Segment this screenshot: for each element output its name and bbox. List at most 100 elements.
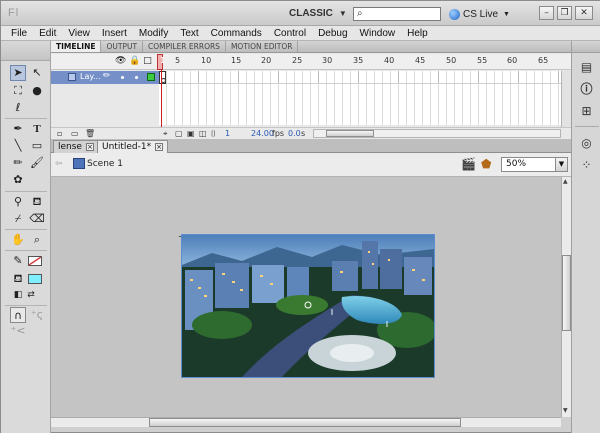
3d-rotation-tool-icon[interactable]: ● — [29, 83, 45, 99]
smooth-icon[interactable]: ⁺ς — [29, 307, 45, 323]
menu-file[interactable]: File — [5, 28, 33, 39]
transform-panel-icon[interactable]: ⊞ — [578, 103, 595, 120]
properties-panel-icon[interactable]: ▤ — [578, 59, 595, 76]
timeline-vertical-scrollbar[interactable] — [561, 71, 571, 127]
rectangle-tool-icon[interactable]: ▭ — [29, 138, 45, 154]
cs-live-button[interactable]: CS Live ▼ — [449, 7, 510, 21]
tab-compiler-errors[interactable]: COMPILER ERRORS — [143, 41, 226, 52]
restore-button[interactable]: ❐ — [557, 6, 572, 20]
menu-debug[interactable]: Debug — [312, 28, 353, 39]
onion-skin-icon[interactable]: ▢ — [175, 129, 183, 138]
color-panel-icon[interactable]: ◎ — [578, 135, 595, 152]
tab-output[interactable]: OUTPUT — [101, 41, 144, 52]
swap-colors-icon[interactable]: ⇄ — [23, 287, 39, 303]
tab-timeline[interactable]: TIMELINE — [51, 41, 102, 52]
onion-skin-outlines-icon[interactable]: ▣ — [187, 129, 195, 138]
timeline-tab-bar: TIMELINE OUTPUT COMPILER ERRORS MOTION E… — [51, 41, 571, 53]
flash-logo: Fl — [8, 7, 20, 19]
straighten-icon[interactable]: ⁺< — [10, 323, 26, 339]
menu-window[interactable]: Window — [354, 28, 402, 39]
bone-tool-icon[interactable]: ⚲ — [10, 194, 26, 210]
layer-outline-color-icon[interactable] — [147, 73, 155, 81]
snap-to-objects-icon[interactable]: ∩ — [10, 307, 26, 323]
delete-layer-icon[interactable]: 🗑 — [85, 129, 95, 138]
help-search-box[interactable]: ⌕ — [353, 7, 441, 21]
elapsed-time-label: s — [301, 129, 306, 138]
deco-tool-icon[interactable]: ✿ — [10, 172, 26, 188]
current-frame-value[interactable]: 1 — [225, 129, 230, 138]
scrollbar-thumb[interactable] — [562, 255, 571, 331]
scrollbar-thumb[interactable] — [326, 130, 374, 137]
close-tab-icon[interactable]: × — [155, 143, 164, 151]
stage-bitmap-image[interactable] — [181, 234, 435, 378]
menu-modify[interactable]: Modify — [133, 28, 174, 39]
lasso-tool-icon[interactable]: ℓ — [10, 100, 26, 116]
stage-vertical-scrollbar[interactable]: ▲ ▼ — [561, 177, 571, 417]
stage-area[interactable]: + — [51, 177, 561, 417]
dock-header[interactable] — [572, 41, 600, 53]
new-folder-icon[interactable]: ▭ — [71, 129, 79, 138]
pen-tool-icon[interactable]: ✒ — [10, 121, 26, 137]
line-tool-icon[interactable]: ╲ — [10, 138, 26, 154]
tools-panel-header[interactable] — [1, 41, 50, 61]
eraser-tool-icon[interactable]: ⌫ — [29, 211, 45, 227]
scroll-up-arrow-icon[interactable]: ▲ — [563, 178, 568, 185]
close-button[interactable]: ✕ — [575, 6, 593, 20]
stroke-color-swatch[interactable] — [28, 256, 42, 266]
selection-tool-icon[interactable]: ➤ — [10, 65, 26, 81]
layer-row[interactable]: Lay... ✏ — [51, 71, 159, 84]
scroll-down-arrow-icon[interactable]: ▼ — [563, 407, 568, 414]
doc-tab-untitled-1[interactable]: Untitled-1* × — [97, 140, 169, 153]
outline-icon[interactable]: □ — [143, 57, 152, 66]
minimize-button[interactable]: – — [539, 6, 554, 20]
visibility-dot-icon[interactable] — [121, 76, 124, 79]
menu-commands[interactable]: Commands — [205, 28, 268, 39]
menu-insert[interactable]: Insert — [96, 28, 133, 39]
menu-help[interactable]: Help — [401, 28, 434, 39]
free-transform-tool-icon[interactable]: ⛶ — [10, 83, 26, 99]
scrollbar-thumb[interactable] — [149, 418, 461, 427]
fps-value[interactable]: 24.00 — [251, 129, 274, 138]
layer-name[interactable]: Lay... — [80, 72, 101, 81]
edit-multiple-frames-icon[interactable]: ◫ — [199, 129, 207, 138]
layer-toggle-icons: 👁 🔒 □ — [115, 57, 152, 66]
modify-markers-icon[interactable]: ⌷ — [211, 129, 216, 139]
menu-view[interactable]: View — [62, 28, 96, 39]
frames-grid[interactable] — [159, 71, 561, 125]
timeline-horizontal-scrollbar[interactable] — [313, 129, 561, 138]
zoom-tool-icon[interactable]: ⌕ — [29, 232, 45, 248]
hand-tool-icon[interactable]: ✋ — [10, 232, 26, 248]
fill-color-swatch[interactable] — [28, 274, 42, 284]
frame-ruler[interactable]: 1 5 10 15 20 25 30 35 40 45 50 55 60 65 — [157, 54, 561, 70]
close-tab-icon[interactable]: × — [85, 143, 94, 151]
tab-motion-editor[interactable]: MOTION EDITOR — [226, 41, 299, 52]
paint-bucket-tool-icon[interactable]: ⛾ — [29, 194, 45, 210]
subselection-tool-icon[interactable]: ↖ — [29, 65, 45, 81]
lock-dot-icon[interactable] — [135, 76, 138, 79]
menu-control[interactable]: Control — [268, 28, 312, 39]
workspace-switcher[interactable]: CLASSIC ▼ — [289, 8, 347, 19]
scene-breadcrumb[interactable]: Scene 1 — [87, 159, 123, 169]
lock-icon[interactable]: 🔒 — [129, 57, 140, 66]
menu-text[interactable]: Text — [174, 28, 204, 39]
zoom-select[interactable]: 50% ▼ — [501, 157, 568, 172]
pencil-tool-icon[interactable]: ✏ — [10, 155, 26, 171]
chevron-down-icon[interactable]: ▼ — [555, 158, 567, 171]
menu-edit[interactable]: Edit — [33, 28, 62, 39]
text-tool-icon[interactable]: T — [29, 121, 45, 137]
brush-tool-icon[interactable]: 🖌 — [29, 155, 45, 171]
frame-row[interactable] — [159, 71, 561, 84]
stage-horizontal-scrollbar[interactable] — [51, 417, 561, 427]
eyedropper-tool-icon[interactable]: ⌿ — [10, 211, 26, 227]
center-frame-icon[interactable]: ⌖ — [163, 129, 168, 139]
search-input[interactable] — [368, 8, 438, 20]
back-arrow-icon[interactable]: ⇦ — [55, 159, 63, 169]
ruler-label: 45 — [415, 56, 426, 65]
doc-tab-lense[interactable]: lense × — [53, 140, 99, 153]
edit-scene-icon[interactable]: 🎬 — [461, 157, 476, 171]
eye-icon[interactable]: 👁 — [115, 57, 126, 66]
swatches-panel-icon[interactable]: ⁘ — [578, 157, 595, 174]
new-layer-icon[interactable]: ▫ — [57, 129, 62, 138]
info-panel-icon[interactable]: ⓘ — [578, 81, 595, 98]
edit-symbols-icon[interactable]: ⬟ — [481, 157, 491, 171]
